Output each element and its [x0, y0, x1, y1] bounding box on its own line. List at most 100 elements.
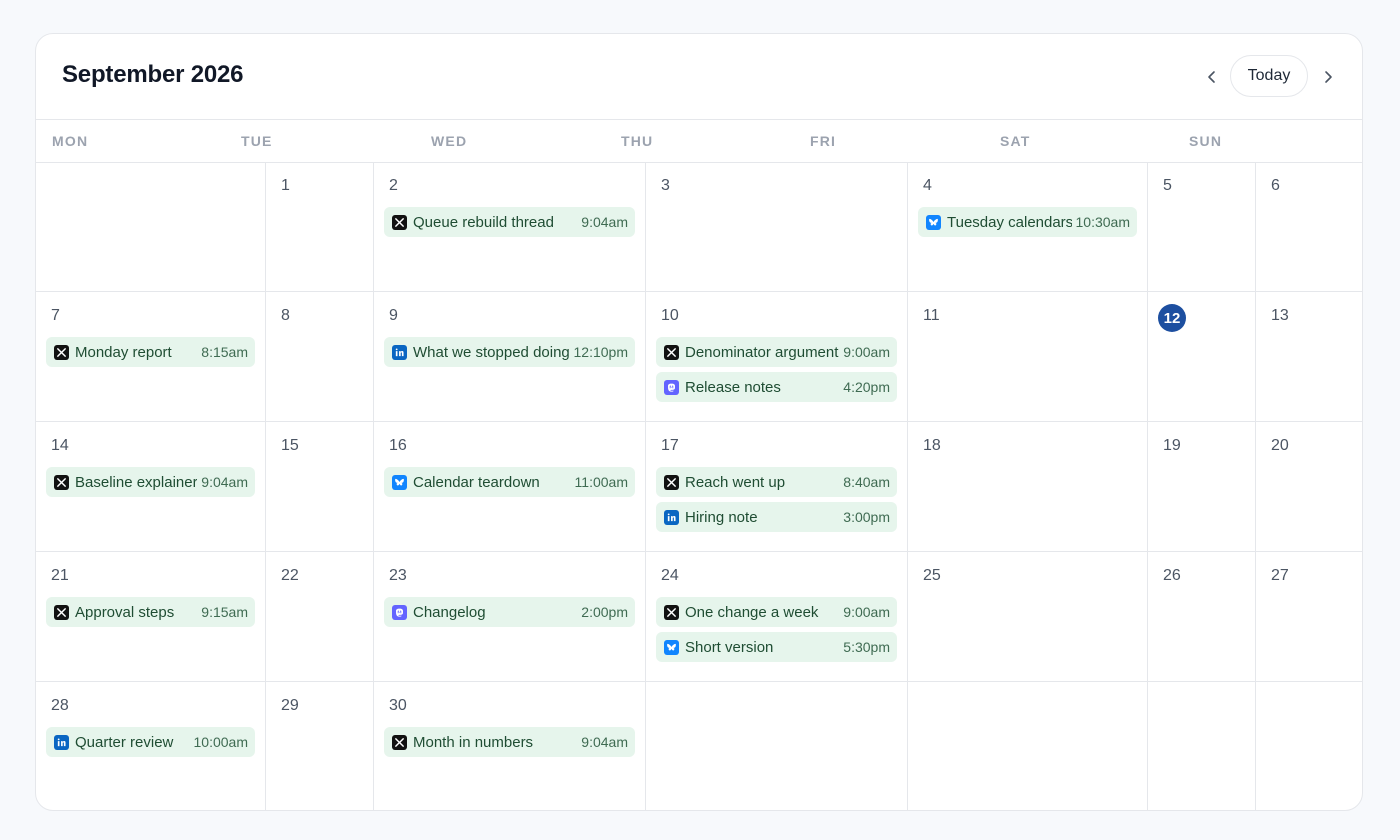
post-title: Short version — [685, 638, 774, 656]
day-cell-7[interactable]: 7 Monday report 8:15am — [36, 292, 266, 422]
post-time: 10:00am — [193, 734, 248, 750]
x-logo-icon — [664, 604, 679, 620]
day-number: 19 — [1163, 437, 1181, 454]
day-cell-28[interactable]: 28 Quarter review 10:00am — [36, 682, 266, 810]
scheduled-post-chip[interactable]: Month in numbers 9:04am — [384, 727, 635, 757]
day-number: 30 — [389, 697, 407, 714]
day-cell-29[interactable]: 29 — [266, 682, 374, 810]
previous-month-button[interactable] — [1195, 60, 1229, 94]
day-cell-17[interactable]: 17 Reach went up 8:40am Hiring note 3:00pm — [646, 422, 908, 552]
day-cell-21[interactable]: 21 Approval steps 9:15am — [36, 552, 266, 682]
post-time: 9:15am — [201, 604, 248, 620]
day-cell-10[interactable]: 10 Denominator argument 9:00am Release note… — [646, 292, 908, 422]
day-cell-6[interactable]: 6 — [1256, 162, 1362, 292]
day-cell-18[interactable]: 18 — [908, 422, 1148, 552]
today-button[interactable]: Today — [1230, 55, 1308, 97]
post-title: Tuesday calendars — [947, 213, 1072, 231]
post-time: 9:04am — [201, 474, 248, 490]
post-title: Release notes — [685, 378, 781, 396]
day-number: 3 — [661, 177, 670, 194]
day-number: 9 — [389, 307, 398, 324]
scheduled-post-chip[interactable]: What we stopped doing 12:10pm — [384, 337, 635, 367]
scheduled-post-chip[interactable]: Reach went up 8:40am — [656, 467, 897, 497]
x-logo-icon — [392, 214, 407, 230]
day-cell-empty — [646, 682, 908, 810]
day-cell-9[interactable]: 9 What we stopped doing 12:10pm — [374, 292, 646, 422]
scheduled-post-chip[interactable]: One change a week 9:00am — [656, 597, 897, 627]
day-number: 13 — [1271, 307, 1289, 324]
day-cell-13[interactable]: 13 — [1256, 292, 1362, 422]
day-number: 1 — [281, 177, 290, 194]
day-cell-5[interactable]: 5 — [1148, 162, 1256, 292]
scheduled-post-chip[interactable]: Changelog 2:00pm — [384, 597, 635, 627]
day-cell-12[interactable]: 12 — [1148, 292, 1256, 422]
post-title: Approval steps — [75, 603, 175, 621]
day-cell-23[interactable]: 23 Changelog 2:00pm — [374, 552, 646, 682]
scheduled-post-chip[interactable]: Calendar teardown 11:00am — [384, 467, 635, 497]
post-time: 5:30pm — [843, 639, 890, 655]
scheduled-post-chip[interactable]: Tuesday calendars 10:30am — [918, 207, 1137, 237]
x-logo-icon — [664, 474, 679, 490]
scheduled-post-chip[interactable]: Denominator argument 9:00am — [656, 337, 897, 367]
weekday-tue: TUE — [241, 133, 273, 149]
scheduled-post-chip[interactable]: Queue rebuild thread 9:04am — [384, 207, 635, 237]
chevron-right-icon — [1325, 71, 1332, 83]
month-grid: 1 2 Queue rebuild thread 9:04am 3 4 Tuesday ca… — [36, 162, 1362, 810]
post-time: 11:00am — [574, 474, 628, 490]
scheduled-post-chip[interactable]: Baseline explainer 9:04am — [46, 467, 255, 497]
scheduled-post-chip[interactable]: Approval steps 9:15am — [46, 597, 255, 627]
linkedin-logo-icon — [392, 344, 407, 360]
post-title: Hiring note — [685, 508, 758, 526]
x-logo-icon — [54, 344, 69, 360]
day-cell-8[interactable]: 8 — [266, 292, 374, 422]
day-number: 14 — [51, 437, 69, 454]
chevron-left-icon — [1208, 71, 1215, 83]
linkedin-logo-icon — [664, 509, 679, 525]
day-cell-26[interactable]: 26 — [1148, 552, 1256, 682]
x-logo-icon — [664, 344, 679, 360]
day-number: 24 — [661, 567, 679, 584]
x-logo-icon — [54, 474, 69, 490]
post-time: 9:04am — [581, 734, 628, 750]
day-cell-27[interactable]: 27 — [1256, 552, 1362, 682]
post-title: Denominator argument — [685, 343, 839, 361]
day-number: 5 — [1163, 177, 1172, 194]
post-time: 3:00pm — [843, 509, 890, 525]
day-cell-11[interactable]: 11 — [908, 292, 1148, 422]
calendar-card: September 2026 Today MON TUE WED THU FRI SAT S… — [35, 33, 1363, 811]
scheduled-post-chip[interactable]: Hiring note 3:00pm — [656, 502, 897, 532]
day-cell-20[interactable]: 20 — [1256, 422, 1362, 552]
weekday-mon: MON — [52, 133, 89, 149]
weekday-fri: FRI — [810, 133, 837, 149]
post-time: 4:20pm — [843, 379, 890, 395]
day-number: 2 — [389, 177, 398, 194]
post-title: Queue rebuild thread — [413, 213, 554, 231]
day-cell-15[interactable]: 15 — [266, 422, 374, 552]
day-cell-14[interactable]: 14 Baseline explainer 9:04am — [36, 422, 266, 552]
day-number: 15 — [281, 437, 299, 454]
day-cell-24[interactable]: 24 One change a week 9:00am Short version 5:… — [646, 552, 908, 682]
scheduled-post-chip[interactable]: Short version 5:30pm — [656, 632, 897, 662]
weekday-header-row: MON TUE WED THU FRI SAT SUN — [36, 119, 1362, 163]
weekday-sat: SAT — [1000, 133, 1031, 149]
day-cell-25[interactable]: 25 — [908, 552, 1148, 682]
day-cell-4[interactable]: 4 Tuesday calendars 10:30am — [908, 162, 1148, 292]
day-cell-1[interactable]: 1 — [266, 162, 374, 292]
scheduled-post-chip[interactable]: Monday report 8:15am — [46, 337, 255, 367]
next-month-button[interactable] — [1311, 60, 1345, 94]
bluesky-logo-icon — [392, 474, 407, 490]
day-cell-3[interactable]: 3 — [646, 162, 908, 292]
weekday-sun: SUN — [1189, 133, 1223, 149]
day-number: 4 — [923, 177, 932, 194]
day-number: 28 — [51, 697, 69, 714]
scheduled-post-chip[interactable]: Release notes 4:20pm — [656, 372, 897, 402]
scheduled-post-chip[interactable]: Quarter review 10:00am — [46, 727, 255, 757]
post-time: 8:40am — [843, 474, 890, 490]
day-cell-22[interactable]: 22 — [266, 552, 374, 682]
day-cell-16[interactable]: 16 Calendar teardown 11:00am — [374, 422, 646, 552]
day-cell-2[interactable]: 2 Queue rebuild thread 9:04am — [374, 162, 646, 292]
day-cell-30[interactable]: 30 Month in numbers 9:04am — [374, 682, 646, 810]
day-cell-19[interactable]: 19 — [1148, 422, 1256, 552]
day-number: 6 — [1271, 177, 1280, 194]
mastodon-logo-icon — [392, 604, 407, 620]
